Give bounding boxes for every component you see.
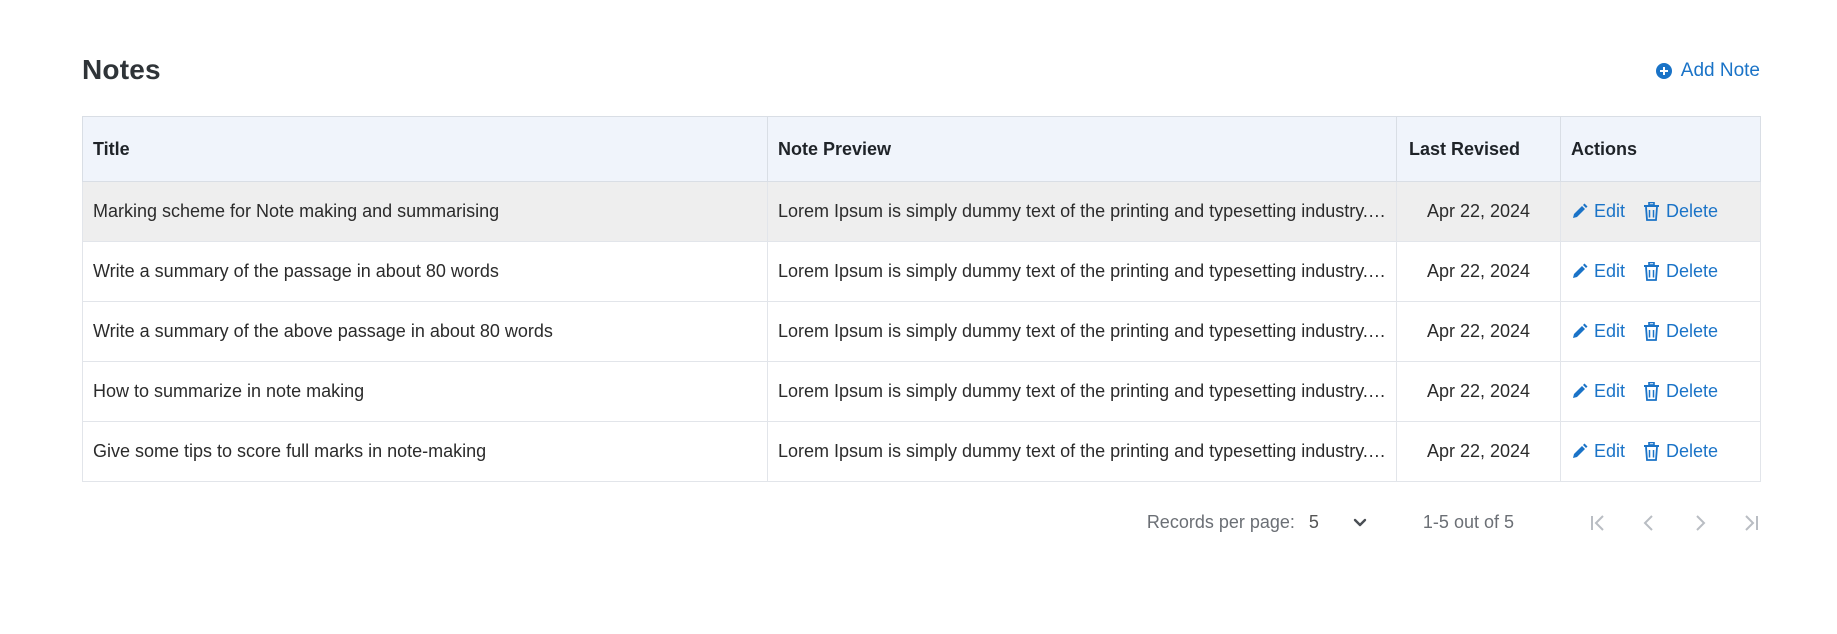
table-row[interactable]: Write a summary of the passage in about … [82, 241, 1761, 302]
chevron-down-icon [1353, 518, 1367, 526]
delete-button[interactable]: Delete [1643, 441, 1718, 462]
row-actions: Edit Delete [1560, 181, 1761, 242]
pencil-icon [1573, 323, 1588, 339]
add-note-button[interactable]: Add Note [1655, 60, 1760, 82]
row-actions: Edit Delete [1560, 301, 1761, 362]
records-per-page-select[interactable]: 5 [1309, 512, 1367, 533]
page-header: Notes Add Note [82, 50, 1760, 116]
last-revised-date: Apr 22, 2024 [1396, 181, 1561, 242]
last-revised-date: Apr 22, 2024 [1396, 421, 1561, 482]
column-header-actions: Actions [1560, 116, 1761, 182]
records-per-page-label: Records per page: [1146, 512, 1295, 532]
table-row[interactable]: Marking scheme for Note making and summa… [82, 181, 1761, 242]
trash-icon [1644, 442, 1660, 462]
records-range: 1-5 out of 5 [1422, 512, 1514, 532]
note-preview: Lorem Ipsum is simply dummy text of the … [767, 241, 1397, 302]
pencil-icon [1573, 443, 1588, 459]
pencil-icon [1573, 383, 1588, 399]
edit-label: Edit [1594, 381, 1626, 402]
last-page-icon [1745, 514, 1758, 531]
edit-button[interactable]: Edit [1571, 321, 1625, 342]
last-revised-date: Apr 22, 2024 [1396, 361, 1561, 422]
plus-circle-icon [1655, 62, 1673, 80]
delete-button[interactable]: Delete [1643, 381, 1718, 402]
row-actions: Edit Delete [1560, 421, 1761, 482]
delete-label: Delete [1666, 441, 1719, 462]
first-page-button[interactable] [1589, 514, 1607, 532]
add-note-label: Add Note [1680, 60, 1760, 81]
delete-label: Delete [1666, 321, 1719, 342]
note-title: Write a summary of the above passage in … [82, 301, 768, 362]
note-preview: Lorem Ipsum is simply dummy text of the … [767, 361, 1397, 422]
delete-button[interactable]: Delete [1643, 261, 1718, 282]
next-page-button[interactable] [1691, 514, 1709, 532]
page-title: Notes [82, 54, 161, 85]
trash-icon [1644, 322, 1660, 342]
row-actions: Edit Delete [1560, 241, 1761, 302]
edit-label: Edit [1594, 441, 1626, 462]
edit-label: Edit [1594, 321, 1626, 342]
note-title: Give some tips to score full marks in no… [82, 421, 768, 482]
chevron-right-icon [1696, 514, 1706, 531]
trash-icon [1644, 202, 1660, 222]
delete-button[interactable]: Delete [1643, 201, 1718, 222]
first-page-icon [1591, 514, 1604, 531]
table-row[interactable]: Write a summary of the above passage in … [82, 301, 1761, 362]
last-revised-date: Apr 22, 2024 [1396, 301, 1561, 362]
pencil-icon [1573, 203, 1588, 219]
last-revised-date: Apr 22, 2024 [1396, 241, 1561, 302]
delete-button[interactable]: Delete [1643, 321, 1718, 342]
notes-page: Notes Add Note Title Note Preview Last R… [82, 50, 1761, 552]
note-title: Write a summary of the passage in about … [82, 241, 768, 302]
pagination-bar: Records per page: 5 1-5 out of 5 [82, 482, 1760, 552]
previous-page-button[interactable] [1640, 514, 1658, 532]
table-row[interactable]: How to summarize in note making Lorem Ips… [82, 361, 1761, 422]
trash-icon [1644, 262, 1660, 282]
note-title: How to summarize in note making [82, 361, 768, 422]
trash-icon [1644, 382, 1660, 402]
edit-button[interactable]: Edit [1571, 441, 1625, 462]
edit-button[interactable]: Edit [1571, 201, 1625, 222]
column-header-preview: Note Preview [767, 116, 1397, 182]
delete-label: Delete [1666, 201, 1719, 222]
edit-button[interactable]: Edit [1571, 261, 1625, 282]
note-preview: Lorem Ipsum is simply dummy text of the … [767, 301, 1397, 362]
edit-label: Edit [1594, 201, 1626, 222]
edit-label: Edit [1594, 261, 1626, 282]
delete-label: Delete [1666, 261, 1719, 282]
column-header-title: Title [82, 116, 768, 182]
table-row[interactable]: Give some tips to score full marks in no… [82, 421, 1761, 482]
last-page-button[interactable] [1742, 514, 1760, 532]
pencil-icon [1573, 263, 1588, 279]
table-header-row: Title Note Preview Last Revised Actions [82, 116, 1761, 182]
note-title: Marking scheme for Note making and summa… [82, 181, 768, 242]
notes-table: Title Note Preview Last Revised Actions … [82, 116, 1761, 482]
note-preview: Lorem Ipsum is simply dummy text of the … [767, 421, 1397, 482]
note-preview: Lorem Ipsum is simply dummy text of the … [767, 181, 1397, 242]
delete-label: Delete [1666, 381, 1719, 402]
edit-button[interactable]: Edit [1571, 381, 1625, 402]
records-per-page-value: 5 [1308, 512, 1319, 532]
row-actions: Edit Delete [1560, 361, 1761, 422]
chevron-left-icon [1643, 514, 1653, 531]
column-header-last-revised: Last Revised [1396, 116, 1561, 182]
